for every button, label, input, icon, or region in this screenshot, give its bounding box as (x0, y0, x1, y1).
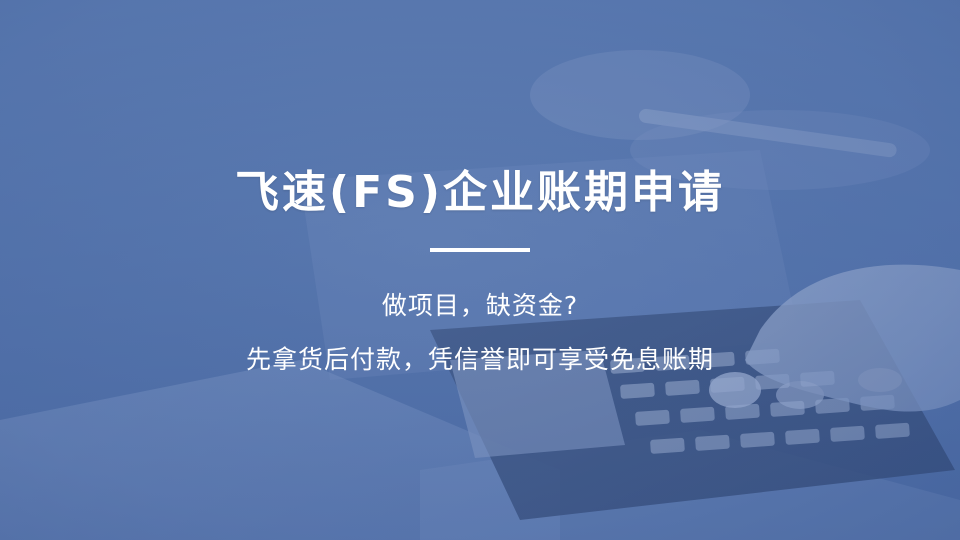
banner-subtitle-line2: 先拿货后付款，凭信誉即可享受免息账期 (245, 345, 714, 374)
hero-banner: 飞速(FS)企业账期申请 做项目，缺资金? 先拿货后付款，凭信誉即可享受免息账期 (0, 0, 960, 540)
title-divider (430, 248, 530, 252)
banner-subtitle-line1: 做项目，缺资金? (381, 291, 579, 320)
banner-title: 飞速(FS)企业账期申请 (235, 167, 725, 218)
banner-content: 飞速(FS)企业账期申请 做项目，缺资金? 先拿货后付款，凭信誉即可享受免息账期 (0, 0, 960, 540)
